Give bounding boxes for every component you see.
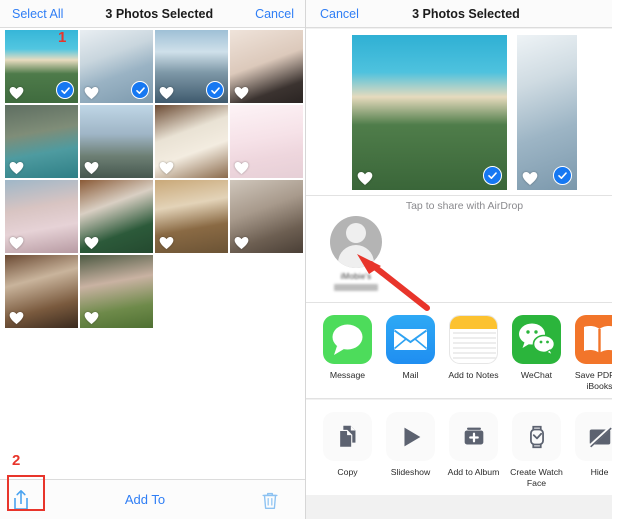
photo-thumbnail[interactable] [230, 30, 303, 103]
screenshot-root: Select All 3 Photos Selected Cancel Add … [0, 0, 623, 519]
share-icon[interactable] [10, 488, 32, 512]
airdrop-contact[interactable]: iMobie's [323, 216, 389, 294]
photo-thumbnail[interactable] [5, 105, 78, 178]
airdrop-contact-name: iMobie's [340, 272, 372, 281]
favorite-heart-icon [84, 161, 99, 175]
share-action-row: Copy Slideshow Add to Album Create Watch Fa… [306, 400, 623, 495]
favorite-heart-icon [84, 311, 99, 325]
share-app-item[interactable]: Message [316, 315, 379, 381]
add-to-button[interactable]: Add To [32, 492, 258, 507]
share-action-label: Create Watch Face [510, 467, 563, 488]
favorite-heart-icon [9, 161, 24, 175]
wechat-icon [512, 315, 561, 364]
watch-icon [512, 412, 561, 461]
share-action-item[interactable]: Slideshow [379, 412, 442, 478]
share-app-label: Message [329, 370, 366, 380]
person-avatar-icon [330, 216, 382, 268]
favorite-heart-icon [522, 171, 538, 186]
favorite-heart-icon [159, 161, 174, 175]
add-to-album-icon [449, 412, 498, 461]
photo-thumbnail[interactable] [155, 30, 228, 103]
photos-pane: Select All 3 Photos Selected Cancel Add … [0, 0, 306, 519]
airdrop-section: Tap to share with AirDrop iMobie's [306, 196, 623, 303]
photo-thumbnail[interactable] [5, 255, 78, 328]
photo-thumbnail[interactable] [5, 180, 78, 253]
photo-thumbnail[interactable] [230, 105, 303, 178]
preview-thumbnail[interactable] [517, 34, 577, 190]
share-sheet-nav-bar: Cancel 3 Photos Selected [306, 0, 623, 28]
photo-thumbnail[interactable] [80, 255, 153, 328]
share-app-label: Add to Notes [448, 370, 499, 380]
airdrop-contact-name-wrap: iMobie's [323, 272, 389, 294]
photo-thumbnail[interactable] [230, 180, 303, 253]
photo-thumbnail[interactable] [155, 105, 228, 178]
messages-icon [323, 315, 372, 364]
share-action-label: Add to Album [447, 467, 500, 477]
photo-grid-row [5, 105, 303, 178]
favorite-heart-icon [84, 236, 99, 250]
selected-check-icon[interactable] [206, 81, 224, 99]
share-sheet-pane: Cancel 3 Photos Selected Tap to share wi… [306, 0, 623, 519]
selected-check-icon[interactable] [56, 81, 74, 99]
favorite-heart-icon [9, 311, 24, 325]
favorite-heart-icon [357, 171, 373, 186]
photos-cancel-button[interactable]: Cancel [255, 7, 294, 21]
favorite-heart-icon [159, 236, 174, 250]
photo-thumbnail[interactable] [80, 105, 153, 178]
share-app-item[interactable]: Add to Notes [442, 315, 505, 381]
preview-snow-village [517, 34, 577, 190]
photo-grid [5, 30, 303, 330]
copy-icon [323, 412, 372, 461]
photo-grid-row [5, 255, 302, 328]
airdrop-hint-text: Tap to share with AirDrop [405, 200, 524, 212]
favorite-heart-icon [234, 236, 249, 250]
share-action-item[interactable]: Create Watch Face [505, 412, 568, 489]
photo-thumbnail[interactable] [80, 180, 153, 253]
selected-check-icon[interactable] [483, 165, 502, 185]
photos-nav-bar: Select All 3 Photos Selected Cancel [0, 0, 306, 28]
annotation-step-2: 2 [12, 452, 21, 469]
selected-check-icon[interactable] [553, 165, 572, 185]
photos-nav-title: 3 Photos Selected [105, 6, 214, 21]
selected-photos-preview[interactable] [306, 29, 623, 196]
share-app-item[interactable]: WeChat [505, 315, 568, 381]
share-sheet-title: 3 Photos Selected [412, 6, 520, 21]
favorite-heart-icon [9, 236, 24, 250]
preview-woman-beach-hair [352, 34, 507, 190]
airdrop-contact-name-redacted [334, 284, 378, 291]
favorite-heart-icon [159, 86, 174, 100]
notes-icon [449, 315, 498, 364]
share-action-item[interactable]: Add to Album [442, 412, 505, 478]
favorite-heart-icon [84, 86, 99, 100]
trash-icon[interactable] [258, 488, 282, 512]
photo-thumbnail[interactable] [155, 180, 228, 253]
share-action-label: Slideshow [390, 467, 431, 477]
photo-thumbnail[interactable] [5, 30, 78, 103]
share-app-label: Mail [402, 370, 419, 380]
preview-thumbnail[interactable] [352, 34, 507, 190]
play-icon [386, 412, 435, 461]
favorite-heart-icon [9, 86, 24, 100]
share-sheet-cancel-button[interactable]: Cancel [320, 7, 359, 21]
selected-check-icon[interactable] [131, 81, 149, 99]
favorite-heart-icon [234, 161, 249, 175]
photo-grid-row [5, 30, 303, 103]
photo-thumbnail[interactable] [80, 30, 153, 103]
select-all-button[interactable]: Select All [12, 7, 63, 21]
share-app-row: Message Mail Add to Notes WeChat Save PDF to… [306, 303, 623, 399]
share-app-label: WeChat [520, 370, 553, 380]
sheet-right-edge [612, 0, 623, 519]
favorite-heart-icon [234, 86, 249, 100]
share-action-item[interactable]: Copy [316, 412, 379, 478]
mail-icon [386, 315, 435, 364]
photos-bottom-toolbar: Add To [0, 479, 306, 519]
share-app-item[interactable]: Mail [379, 315, 442, 381]
annotation-step-1: 1 [58, 29, 67, 46]
photo-grid-row [5, 180, 303, 253]
share-action-label: Copy [337, 467, 358, 477]
